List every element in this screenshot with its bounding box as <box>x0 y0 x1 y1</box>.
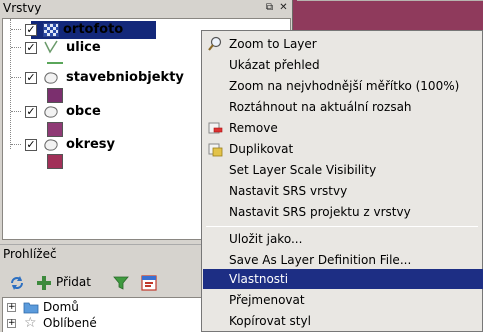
float-panel-icon[interactable]: ⧉ <box>263 2 276 15</box>
menu-item-remove[interactable]: Remove <box>203 118 483 138</box>
expand-toggle[interactable]: + <box>7 303 16 312</box>
star-icon: ☆ <box>24 315 37 331</box>
menu-item-label: Zoom to Layer <box>229 37 317 51</box>
tree-branch <box>11 47 21 48</box>
menu-item-label: Kopírovat styl <box>229 314 311 328</box>
menu-item-label: Přejmenovat <box>229 293 305 307</box>
layers-panel-title: Vrstvy <box>3 1 42 15</box>
menu-separator <box>206 226 478 227</box>
layer-name: stavebniobjekty <box>66 70 184 85</box>
menu-item-show-overview[interactable]: Ukázat přehled <box>203 55 483 75</box>
menu-item-rename[interactable]: Přejmenovat <box>203 290 483 310</box>
polygon-layer-icon <box>44 139 58 151</box>
close-panel-icon[interactable]: ✕ <box>277 2 290 15</box>
menu-item-label: Ukázat přehled <box>229 58 320 72</box>
menu-item-copy-style[interactable]: Kopírovat styl <box>203 311 483 331</box>
zoom-layer-icon <box>208 36 222 51</box>
menu-item-duplicate[interactable]: Duplikovat <box>203 139 483 159</box>
layer-context-menu: Zoom to Layer Ukázat přehled Zoom na nej… <box>201 30 483 332</box>
add-button-label: Přidat <box>56 275 91 289</box>
tree-branch <box>11 77 21 78</box>
menu-item-label: Save As Layer Definition File... <box>229 253 412 267</box>
legend-symbol-fill <box>47 88 63 103</box>
menu-item-zoom-to-layer[interactable]: Zoom to Layer <box>203 34 483 54</box>
layer-visibility-checkbox[interactable]: ✓ <box>25 139 37 151</box>
legend-symbol-fill <box>47 122 63 137</box>
collapse-all-icon[interactable] <box>140 273 158 293</box>
tree-branch <box>11 111 21 112</box>
menu-item-stretch-current-extent[interactable]: Roztáhnout na aktuální rozsah <box>203 97 483 117</box>
menu-item-label: Nastavit SRS projektu z vrstvy <box>229 205 411 219</box>
layer-visibility-checkbox[interactable]: ✓ <box>25 106 37 118</box>
legend-symbol-line <box>47 62 63 64</box>
add-button[interactable]: Přidat <box>36 273 100 293</box>
menu-item-zoom-best-scale[interactable]: Zoom na nejvhodnější měřítko (100%) <box>203 76 483 96</box>
menu-item-set-scale-visibility[interactable]: Set Layer Scale Visibility <box>203 160 483 180</box>
polygon-layer-icon <box>44 106 58 118</box>
layer-name: obce <box>66 104 101 119</box>
browser-panel-title: Prohlížeč <box>3 247 57 261</box>
add-icon <box>37 276 51 290</box>
menu-item-label: Nastavit SRS vrstvy <box>229 184 348 198</box>
layers-panel-titlebar: Vrstvy ⧉ ✕ <box>0 0 292 18</box>
expand-toggle[interactable]: + <box>7 319 16 328</box>
raster-checker-icon <box>43 23 59 37</box>
browser-item-label: Oblíbené <box>43 316 97 330</box>
layer-visibility-checkbox[interactable]: ✓ <box>25 72 37 84</box>
layer-name: ortofoto <box>63 22 124 37</box>
line-layer-icon <box>44 40 58 54</box>
menu-item-save-layer-definition[interactable]: Save As Layer Definition File... <box>203 250 483 270</box>
layer-name: ulice <box>66 40 101 55</box>
folder-icon <box>23 302 39 314</box>
layer-visibility-checkbox[interactable]: ✓ <box>25 42 37 54</box>
filter-icon[interactable] <box>112 273 130 293</box>
tree-branch <box>11 29 21 30</box>
browser-item-label: Domů <box>43 300 79 314</box>
menu-item-set-project-srs[interactable]: Nastavit SRS projektu z vrstvy <box>203 202 483 222</box>
layer-visibility-checkbox[interactable]: ✓ <box>25 24 37 36</box>
menu-item-properties[interactable]: Vlastnosti <box>203 269 483 289</box>
refresh-icon[interactable] <box>8 273 26 293</box>
menu-item-label: Vlastnosti <box>229 272 289 286</box>
duplicate-layer-icon <box>208 143 223 157</box>
menu-item-save-as[interactable]: Uložit jako... <box>203 229 483 249</box>
menu-item-label: Set Layer Scale Visibility <box>229 163 377 177</box>
menu-item-label: Duplikovat <box>229 142 294 156</box>
tree-branch <box>11 144 21 145</box>
polygon-layer-icon <box>44 72 58 84</box>
menu-item-label: Roztáhnout na aktuální rozsah <box>229 100 412 114</box>
remove-layer-icon <box>208 122 223 134</box>
menu-item-label: Zoom na nejvhodnější měřítko (100%) <box>229 79 460 93</box>
menu-item-set-layer-srs[interactable]: Nastavit SRS vrstvy <box>203 181 483 201</box>
menu-item-label: Uložit jako... <box>229 232 303 246</box>
menu-item-label: Remove <box>229 121 278 135</box>
layer-name: okresy <box>66 137 116 152</box>
legend-symbol-fill <box>47 154 63 169</box>
